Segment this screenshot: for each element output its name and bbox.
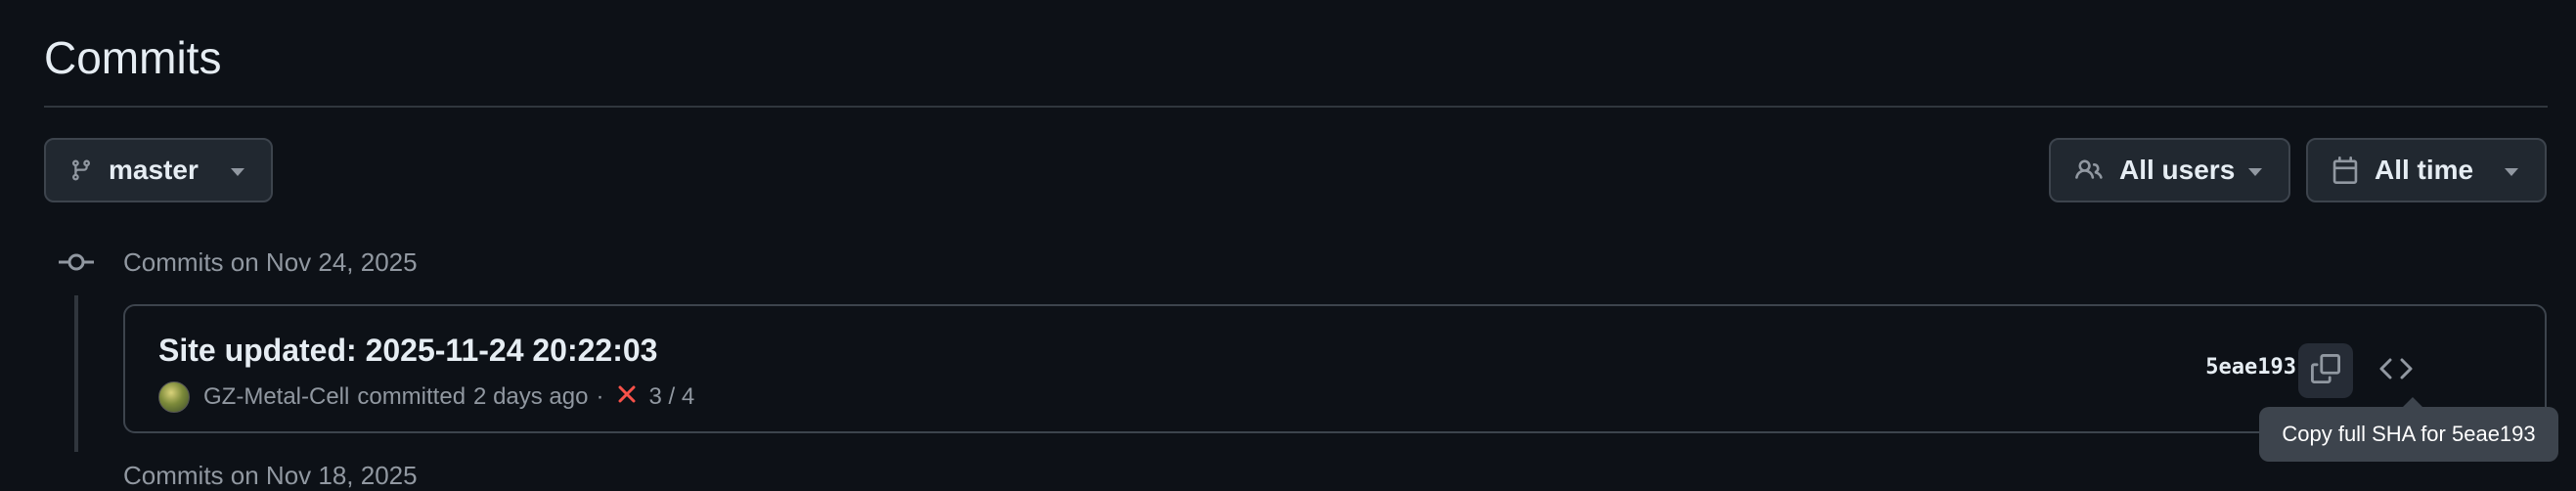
- people-icon: [2074, 156, 2104, 184]
- copy-icon: [2311, 353, 2340, 388]
- commit-group-heading: Commits on Nov 18, 2025: [123, 461, 418, 490]
- calendar-icon: [2332, 156, 2359, 185]
- commit-action: committed: [357, 383, 466, 410]
- page-title: Commits: [44, 32, 222, 83]
- commit-sha-link[interactable]: 5eae193: [2205, 355, 2296, 379]
- commit-list-item: Site updated: 2025-11-24 20:22:03 GZ-Met…: [123, 304, 2547, 433]
- commit-meta: GZ-Metal-Cell committed 2 days ago · 3 /…: [158, 380, 694, 414]
- users-filter-label: All users: [2119, 155, 2236, 185]
- branch-label: master: [109, 155, 199, 185]
- branch-selector-button[interactable]: master: [44, 138, 273, 202]
- timeline-line: [74, 295, 78, 452]
- commit-group-heading: Commits on Nov 24, 2025: [123, 247, 418, 277]
- author-link[interactable]: GZ-Metal-Cell: [203, 383, 349, 411]
- triangle-down-icon: [2247, 166, 2263, 178]
- meta-separator: ·: [596, 383, 604, 410]
- triangle-down-icon: [230, 166, 245, 178]
- checks-status[interactable]: 3 / 4: [648, 383, 694, 411]
- triangle-down-icon: [2504, 166, 2519, 178]
- time-filter-label: All time: [2375, 155, 2474, 185]
- x-icon[interactable]: [617, 383, 637, 411]
- code-icon: [2379, 356, 2413, 386]
- commit-title-link[interactable]: Site updated: 2025-11-24 20:22:03: [158, 332, 657, 369]
- copy-sha-button[interactable]: [2298, 343, 2353, 398]
- tooltip-arrow: [2403, 397, 2422, 407]
- title-divider: [44, 106, 2548, 108]
- git-commit-icon: [59, 248, 94, 281]
- time-filter-button[interactable]: All time: [2306, 138, 2547, 202]
- users-filter-button[interactable]: All users: [2049, 138, 2290, 202]
- browse-repo-button[interactable]: [2369, 343, 2423, 398]
- author-avatar[interactable]: [158, 381, 190, 413]
- copy-sha-tooltip: Copy full SHA for 5eae193: [2259, 407, 2558, 462]
- git-branch-icon: [69, 156, 93, 184]
- commit-time: 2 days ago: [473, 383, 589, 410]
